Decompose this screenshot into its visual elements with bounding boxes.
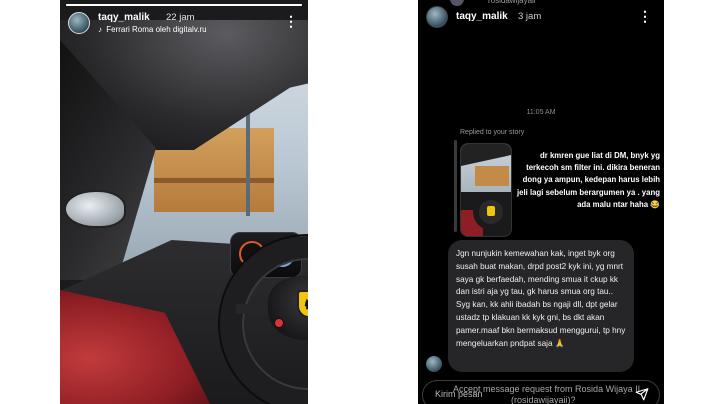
more-vertical-icon[interactable]: ⋮ bbox=[284, 13, 298, 30]
story-music-link[interactable]: ♪ Ferrari Roma oleh digitalv.ru bbox=[98, 25, 207, 34]
instagram-story[interactable]: ♞ taqy_malik 22 jam ♪ Ferrari Roma oleh … bbox=[60, 0, 308, 404]
dm-header: taqy_malik 3 jam ⋮ bbox=[426, 6, 656, 30]
story-thumbnail[interactable] bbox=[460, 143, 512, 237]
music-icon: ♪ bbox=[98, 25, 102, 34]
message-timestamp: 11:05 AM bbox=[526, 109, 556, 116]
story-time: 22 jam bbox=[166, 12, 195, 23]
story-header: taqy_malik 22 jam ♪ Ferrari Roma oleh di… bbox=[68, 10, 300, 40]
message-request-handle: (rosidawijayaii)? bbox=[511, 395, 576, 404]
message-request-prompt: Accept message request from Rosida Wijay… bbox=[453, 384, 641, 394]
direct-message-screen: rosidawijayaii taqy_malik 3 jam ⋮ 11:05 … bbox=[418, 0, 664, 404]
reply-indicator-bar bbox=[454, 140, 457, 232]
top-username: rosidawijayaii bbox=[488, 0, 536, 5]
story-image-side-mirror bbox=[64, 190, 126, 228]
send-icon[interactable] bbox=[635, 387, 649, 401]
more-vertical-icon[interactable]: ⋮ bbox=[638, 8, 652, 25]
avatar[interactable] bbox=[68, 12, 90, 34]
story-username[interactable]: taqy_malik bbox=[98, 12, 150, 23]
received-message-text: Jgn nunjukin kemewahan kak, inget byk or… bbox=[456, 249, 626, 348]
dm-username[interactable]: taqy_malik bbox=[456, 11, 508, 22]
message-input-bar[interactable]: Accept message request from Rosida Wijay… bbox=[422, 380, 660, 404]
replied-to-story-label: Replied to your story bbox=[460, 129, 525, 136]
avatar bbox=[426, 356, 442, 372]
story-progress-bar bbox=[66, 4, 302, 6]
received-message-bubble[interactable]: Jgn nunjukin kemewahan kak, inget byk or… bbox=[448, 240, 634, 372]
story-music-label: Ferrari Roma oleh digitalv.ru bbox=[106, 25, 207, 34]
sent-message[interactable]: dr kmren gue liat di DM, bnyk yg terkeco… bbox=[512, 150, 660, 211]
avatar[interactable] bbox=[426, 6, 448, 28]
dm-time: 3 jam bbox=[518, 11, 542, 22]
